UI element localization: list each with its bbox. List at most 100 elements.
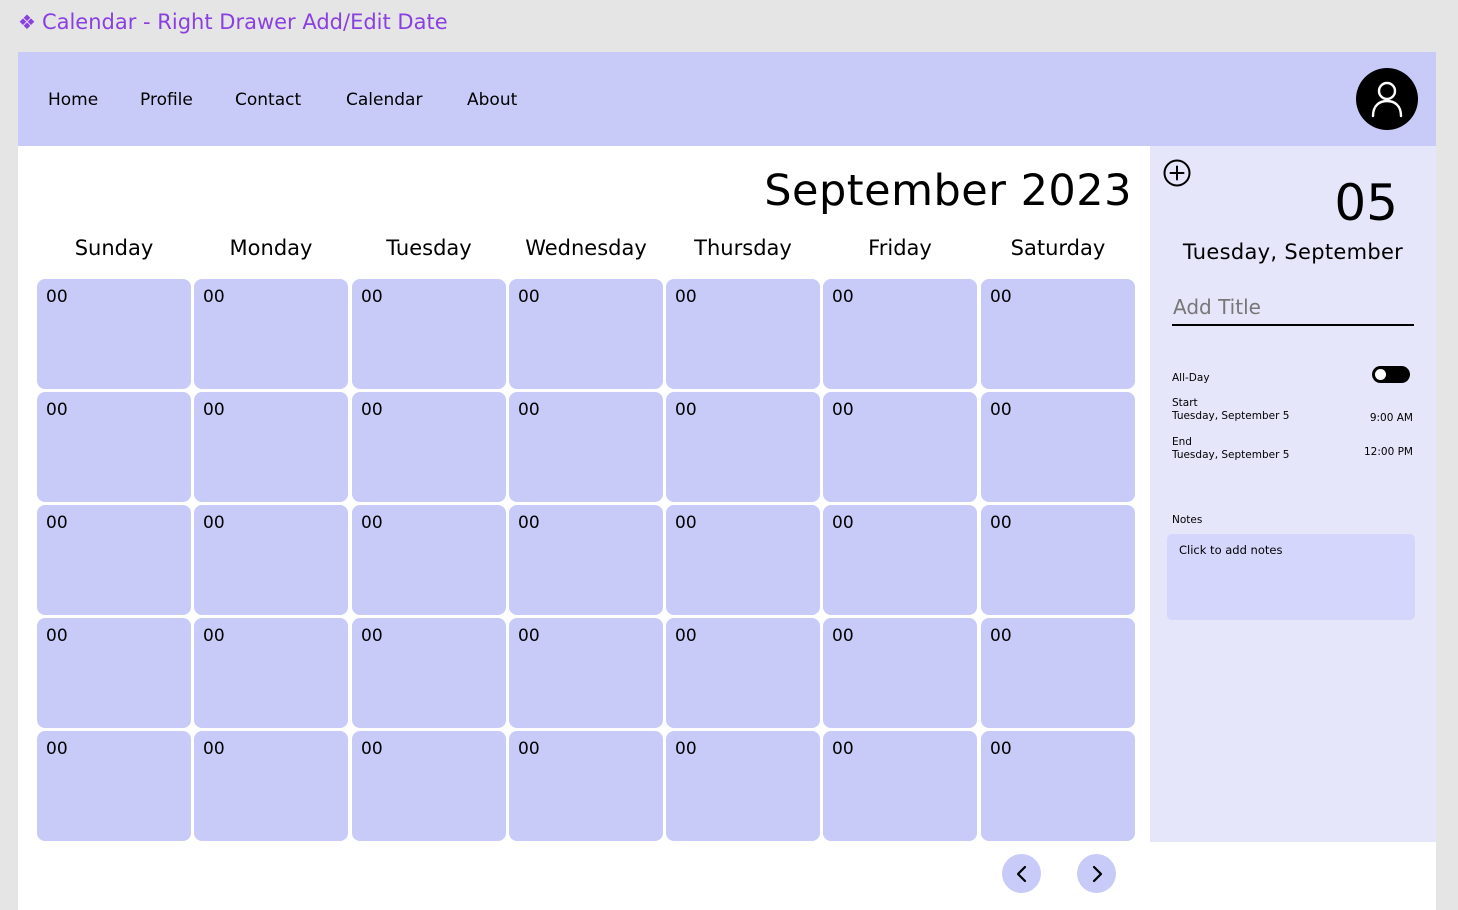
day-cell[interactable]: 00 [981,392,1135,502]
day-cell[interactable]: 00 [981,731,1135,841]
day-cell[interactable]: 00 [981,279,1135,389]
day-cell[interactable]: 00 [823,392,977,502]
day-cell[interactable]: 00 [194,392,348,502]
day-number: 00 [518,287,540,307]
day-cell[interactable]: 00 [666,392,820,502]
day-number: 00 [203,739,225,759]
day-cell[interactable]: 00 [509,279,663,389]
day-number: 00 [990,739,1012,759]
chevron-left-icon [1016,865,1026,882]
day-cell[interactable]: 00 [37,618,191,728]
day-number: 00 [518,513,540,533]
day-number: 00 [203,626,225,646]
day-number: 00 [203,400,225,420]
calendar-page: Home Profile Contact Calendar About Sept… [18,52,1436,910]
start-date[interactable]: Tuesday, September 5 [1172,410,1289,423]
notes-field[interactable]: Click to add notes [1167,534,1415,620]
day-cell[interactable]: 00 [352,618,506,728]
day-cell[interactable]: 00 [194,731,348,841]
day-cell[interactable]: 00 [37,392,191,502]
notes-label: Notes [1172,514,1203,526]
day-cell[interactable]: 00 [981,505,1135,615]
day-cell[interactable]: 00 [666,618,820,728]
all-day-toggle[interactable] [1372,366,1410,383]
nav-home[interactable]: Home [48,90,98,110]
notes-placeholder: Click to add notes [1179,543,1283,557]
day-cell[interactable]: 00 [666,505,820,615]
day-cell[interactable]: 00 [823,279,977,389]
add-event-button[interactable] [1162,158,1192,188]
day-number: 00 [46,739,68,759]
weekday-wednesday: Wednesday [525,236,647,260]
event-title-input[interactable] [1172,290,1414,326]
weekday-thursday: Thursday [694,236,792,260]
day-number: 00 [203,287,225,307]
day-cell[interactable]: 00 [823,731,977,841]
day-cell[interactable]: 00 [194,505,348,615]
day-cell[interactable]: 00 [509,505,663,615]
all-day-label: All-Day [1172,372,1210,384]
day-number: 00 [990,626,1012,646]
selected-day-number: 05 [1334,174,1398,232]
day-number: 00 [46,400,68,420]
end-date[interactable]: Tuesday, September 5 [1172,449,1289,462]
day-number: 00 [832,513,854,533]
user-icon [1371,81,1403,118]
day-cell[interactable]: 00 [981,618,1135,728]
day-cell[interactable]: 00 [352,392,506,502]
day-cell[interactable]: 00 [509,618,663,728]
day-number: 00 [203,513,225,533]
day-cell[interactable]: 00 [37,505,191,615]
prev-month-button[interactable] [1002,854,1041,893]
day-number: 00 [675,626,697,646]
day-number: 00 [518,626,540,646]
day-cell[interactable]: 00 [666,279,820,389]
day-number: 00 [675,287,697,307]
selected-date-label: Tuesday, September [1182,240,1404,264]
month-title: September 2023 [764,166,1132,216]
day-number: 00 [46,626,68,646]
frame-label: ❖ Calendar - Right Drawer Add/Edit Date [18,10,448,34]
day-cell[interactable]: 00 [666,731,820,841]
avatar[interactable] [1356,68,1418,130]
next-month-button[interactable] [1077,854,1116,893]
weekday-sunday: Sunday [74,236,154,260]
nav-profile[interactable]: Profile [140,90,193,110]
day-number: 00 [361,400,383,420]
day-number: 00 [832,287,854,307]
day-cell[interactable]: 00 [509,731,663,841]
start-time[interactable]: 9:00 AM [1370,412,1413,425]
day-number: 00 [361,739,383,759]
component-icon: ❖ [18,10,36,34]
frame-title: Calendar - Right Drawer Add/Edit Date [41,10,448,34]
day-cell[interactable]: 00 [509,392,663,502]
day-cell[interactable]: 00 [352,731,506,841]
day-cell[interactable]: 00 [823,505,977,615]
day-number: 00 [832,626,854,646]
weekday-friday: Friday [868,236,932,260]
weekday-monday: Monday [229,236,313,260]
day-number: 00 [518,400,540,420]
day-cell[interactable]: 00 [352,505,506,615]
day-number: 00 [832,739,854,759]
nav-about[interactable]: About [467,90,517,110]
nav-contact[interactable]: Contact [235,90,301,110]
day-cell[interactable]: 00 [37,731,191,841]
day-number: 00 [46,513,68,533]
end-time[interactable]: 12:00 PM [1364,446,1413,459]
day-cell[interactable]: 00 [37,279,191,389]
toggle-knob [1375,369,1386,380]
day-number: 00 [361,287,383,307]
day-number: 00 [990,287,1012,307]
day-cell[interactable]: 00 [194,279,348,389]
day-cell[interactable]: 00 [194,618,348,728]
nav-calendar[interactable]: Calendar [346,90,422,110]
day-number: 00 [46,287,68,307]
day-cell[interactable]: 00 [352,279,506,389]
chevron-right-icon [1092,865,1102,882]
day-number: 00 [990,400,1012,420]
day-cell[interactable]: 00 [823,618,977,728]
weekday-saturday: Saturday [1010,236,1106,260]
start-label: Start [1172,397,1198,409]
day-number: 00 [518,739,540,759]
